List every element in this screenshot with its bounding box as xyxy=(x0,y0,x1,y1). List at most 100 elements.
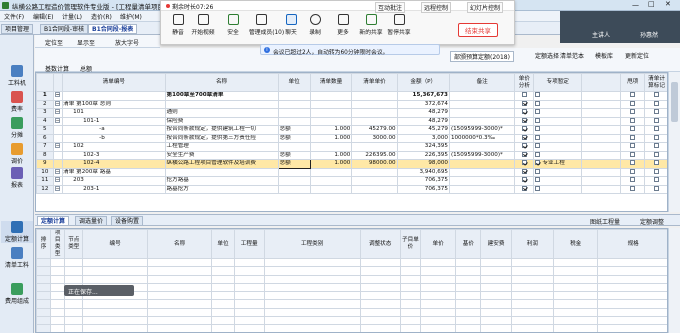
quota-cell[interactable] xyxy=(455,324,482,332)
cell-unit[interactable] xyxy=(277,116,311,126)
quota-cell[interactable] xyxy=(419,316,457,326)
quota-cell[interactable] xyxy=(211,324,235,332)
cell-special[interactable] xyxy=(533,133,583,143)
quota-cell[interactable] xyxy=(146,324,213,332)
cell-analysis[interactable] xyxy=(514,133,535,143)
quota-cell[interactable] xyxy=(36,299,52,309)
expand-cell[interactable]: − xyxy=(52,176,64,186)
special-checkbox[interactable] xyxy=(535,143,541,148)
quota-cell[interactable] xyxy=(50,307,66,318)
quota-cell[interactable] xyxy=(480,291,512,301)
quota-select-button[interactable]: 定额选择 xyxy=(535,51,559,60)
tab-review[interactable]: B1合同段-审核 xyxy=(40,24,89,34)
quota-cell[interactable] xyxy=(146,266,213,276)
table-row[interactable]: 5 -a 按合同条款规定，提供建筑工程一切 总额 1.000 45279.00 45,279… xyxy=(36,125,667,135)
quota-cell[interactable] xyxy=(419,257,457,268)
quota-cell[interactable] xyxy=(146,299,213,309)
quota-cell[interactable] xyxy=(233,282,265,293)
cell-drop[interactable] xyxy=(620,116,646,126)
menu-maintain[interactable]: 维护(M) xyxy=(120,12,142,21)
analysis-checkbox[interactable] xyxy=(521,126,527,131)
drawing-qty-button[interactable]: 图纸工程量 xyxy=(590,217,620,226)
cell-calc-mark[interactable] xyxy=(644,133,667,143)
cell-unit[interactable]: 总额 xyxy=(277,133,311,143)
col-analysis[interactable]: 单价分析 xyxy=(514,73,535,92)
cell-analysis[interactable] xyxy=(514,91,535,101)
quota-cell[interactable] xyxy=(263,316,361,326)
quota-adjust-button[interactable]: 定额调整 xyxy=(640,217,664,226)
cell-note[interactable] xyxy=(448,184,516,194)
quota-cell[interactable] xyxy=(597,299,667,309)
cell-calc-mark[interactable] xyxy=(644,99,667,109)
cell-name[interactable]: 第100章至700章清单 xyxy=(164,91,279,101)
calc-mark-checkbox[interactable] xyxy=(654,177,660,182)
quota-row[interactable] xyxy=(36,316,667,326)
quota-cell[interactable] xyxy=(233,307,265,318)
cell-code[interactable]: 102-4 xyxy=(62,159,166,169)
quota-cell[interactable] xyxy=(510,282,555,293)
quota-cell[interactable] xyxy=(597,266,667,276)
quota-cell[interactable] xyxy=(233,274,265,284)
quota-cell[interactable] xyxy=(480,316,512,326)
quota-cell[interactable] xyxy=(64,307,84,318)
quota-cell[interactable] xyxy=(359,324,401,332)
quota-cell[interactable] xyxy=(597,307,667,318)
template-lib-button[interactable]: 模板库 xyxy=(595,51,613,60)
quota-cell[interactable] xyxy=(510,274,555,284)
quota-cell[interactable] xyxy=(419,324,457,332)
quota-col-header[interactable]: 建安费 xyxy=(480,229,512,259)
cell-unit[interactable] xyxy=(277,184,311,194)
quota-cell[interactable] xyxy=(36,307,52,318)
cell-code[interactable]: 清单 第100章 总则 xyxy=(62,99,166,109)
quota-cell[interactable] xyxy=(36,316,52,326)
quota-cell[interactable] xyxy=(64,316,84,326)
sidebar-item-price-adjust[interactable]: 调价 xyxy=(1,143,33,165)
cell-unit[interactable] xyxy=(277,167,311,177)
cell-calc-mark[interactable] xyxy=(644,176,667,186)
quota-cell[interactable] xyxy=(82,274,148,284)
quota-col-header[interactable]: 编号 xyxy=(82,229,148,259)
calc-mark-checkbox[interactable] xyxy=(654,126,660,131)
cell-calc-mark[interactable] xyxy=(644,108,667,118)
quota-col-header[interactable]: 工程类别 xyxy=(263,229,361,259)
cell-code[interactable]: 102-3 xyxy=(62,150,166,160)
cell-code[interactable]: 101 xyxy=(62,108,166,118)
quota-row[interactable] xyxy=(36,274,667,284)
cell-name[interactable] xyxy=(164,99,279,109)
expand-cell[interactable]: − xyxy=(52,142,64,152)
cell-qty[interactable] xyxy=(309,167,353,177)
quota-cell[interactable] xyxy=(597,291,667,301)
quota-col-header[interactable]: 利润 xyxy=(510,229,555,259)
quota-cell[interactable] xyxy=(50,316,66,326)
quota-grid[interactable]: 排序 项目类型 节点类型 编号 名称 单位 工程量 工程类别 调整状态 子目单价 单价 基价 建安费 利润… xyxy=(35,228,668,333)
quota-cell[interactable] xyxy=(82,257,148,268)
quota-cell[interactable] xyxy=(263,291,361,301)
quota-cell[interactable] xyxy=(399,316,421,326)
special-checkbox[interactable] xyxy=(535,185,541,191)
cell-qty[interactable] xyxy=(309,142,353,152)
quota-row[interactable] xyxy=(36,307,667,318)
quota-cell[interactable] xyxy=(510,324,555,332)
quota-cell[interactable] xyxy=(552,324,599,332)
expand-cell[interactable]: − xyxy=(52,184,64,194)
quota-cell[interactable] xyxy=(50,257,66,268)
bill-grid[interactable]: 清单编号 名称 单位 清单数量 清单单价 金额（P） 备注 单价分析 专项暂定 … xyxy=(35,72,668,212)
meeting-button-members[interactable]: 管理成员(10) xyxy=(249,14,284,36)
cell-code[interactable]: 203 xyxy=(62,176,166,186)
table-row[interactable]: 1− 第100章至700章清单 15,367,673 xyxy=(36,91,667,101)
cell-note[interactable] xyxy=(448,142,516,152)
quota-cell[interactable] xyxy=(359,307,401,318)
cell-note[interactable]: (15095999-3000)* xyxy=(448,125,516,135)
cell-note[interactable] xyxy=(448,91,516,101)
drop-checkbox[interactable] xyxy=(630,100,636,106)
quota-cell[interactable] xyxy=(399,324,421,332)
cell-code[interactable] xyxy=(62,91,166,101)
cell-price[interactable] xyxy=(351,116,398,126)
calc-mark-checkbox[interactable] xyxy=(654,151,660,157)
quota-col-header[interactable]: 工程量 xyxy=(233,229,265,259)
quota-cell[interactable] xyxy=(455,266,482,276)
slide-control-button[interactable]: 幻灯片控制 xyxy=(467,2,504,13)
menu-cost[interactable]: 造价(R) xyxy=(91,12,112,21)
cell-special[interactable] xyxy=(533,184,583,194)
cell-note[interactable] xyxy=(448,176,516,186)
